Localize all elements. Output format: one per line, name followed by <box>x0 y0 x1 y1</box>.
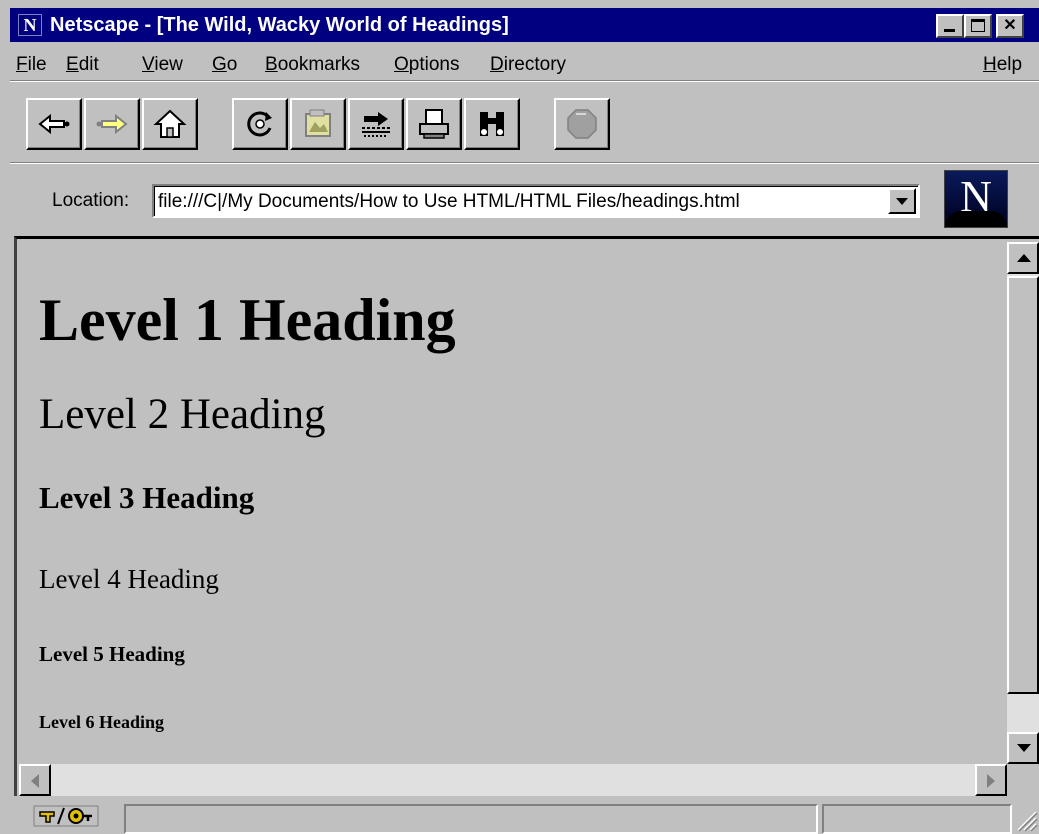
find-icon <box>480 112 504 136</box>
arrow-down-icon <box>1017 744 1031 752</box>
netscape-logo[interactable]: N <box>944 170 1008 228</box>
vertical-scrollbar[interactable] <box>1007 242 1039 764</box>
stop-icon <box>567 109 597 139</box>
close-button[interactable]: ✕ <box>996 14 1024 38</box>
status-bar <box>10 798 1039 834</box>
heading-level-3: Level 3 Heading <box>39 480 255 515</box>
menu-separator <box>10 80 1039 82</box>
arrow-up-icon <box>1017 254 1031 262</box>
heading-level-6: Level 6 Heading <box>39 712 164 732</box>
menu-help[interactable]: Help <box>983 54 1022 76</box>
heading-level-1: Level 1 Heading <box>39 287 456 353</box>
location-field[interactable] <box>152 184 920 218</box>
open-button[interactable] <box>348 98 404 150</box>
menu-bar: File Edit View Go Bookmarks Options Dire… <box>10 44 1039 78</box>
menu-edit-mnemonic: E <box>66 54 79 75</box>
forward-arrow-icon <box>96 113 128 135</box>
menu-go[interactable]: Go <box>212 54 237 76</box>
title-bar[interactable]: N Netscape - [The Wild, Wacky World of H… <box>10 8 1039 42</box>
home-button[interactable] <box>142 98 198 150</box>
close-icon: ✕ <box>1003 17 1017 34</box>
menu-bookmarks-mnemonic: B <box>265 54 278 75</box>
menu-view[interactable]: View <box>142 54 183 76</box>
menu-bookmarks-rest: ookmarks <box>277 54 361 75</box>
forward-button[interactable] <box>84 98 140 150</box>
navigation-toolbar <box>10 84 1039 162</box>
location-input[interactable] <box>158 190 878 214</box>
browser-window: N Netscape - [The Wild, Wacky World of H… <box>10 8 1039 834</box>
status-progress-panel <box>822 804 1012 834</box>
menu-view-mnemonic: V <box>142 54 155 75</box>
chevron-down-icon <box>896 198 908 205</box>
location-dropdown-button[interactable] <box>888 188 916 214</box>
menu-go-mnemonic: G <box>212 54 227 75</box>
menu-file-mnemonic: F <box>16 54 28 75</box>
resize-grip-icon[interactable] <box>1014 806 1038 832</box>
menu-file[interactable]: File <box>16 54 47 76</box>
arrow-left-icon <box>31 774 39 788</box>
menu-file-rest: ile <box>27 54 47 75</box>
scroll-down-button[interactable] <box>1007 732 1039 764</box>
horizontal-scrollbar[interactable] <box>19 764 1007 796</box>
back-button[interactable] <box>26 98 82 150</box>
location-label: Location: <box>52 190 130 211</box>
location-bar: Location: N <box>10 166 1039 232</box>
vertical-scroll-thumb[interactable] <box>1007 276 1039 694</box>
window-title: Netscape - [The Wild, Wacky World of Hea… <box>50 14 509 36</box>
find-button[interactable] <box>464 98 520 150</box>
page-content: Level 1 Heading Level 2 Heading Level 3 … <box>19 242 1007 764</box>
status-message-panel <box>124 804 818 834</box>
back-arrow-icon <box>38 113 70 135</box>
menu-go-rest: o <box>226 54 238 75</box>
menu-options[interactable]: Options <box>394 54 459 76</box>
scroll-right-button[interactable] <box>975 764 1007 796</box>
menu-view-rest: iew <box>154 54 183 75</box>
print-icon <box>419 109 449 139</box>
reload-button[interactable] <box>232 98 288 150</box>
maximize-button[interactable] <box>964 14 992 38</box>
heading-level-2: Level 2 Heading <box>39 391 326 438</box>
menu-directory-mnemonic: D <box>490 54 504 75</box>
home-icon <box>153 109 187 138</box>
content-frame: Level 1 Heading Level 2 Heading Level 3 … <box>14 236 1039 796</box>
menu-edit-rest: dit <box>78 54 99 75</box>
stop-button[interactable] <box>554 98 610 150</box>
scroll-left-button[interactable] <box>19 764 51 796</box>
arrow-right-icon <box>987 774 995 788</box>
menu-edit[interactable]: Edit <box>66 54 99 76</box>
menu-bookmarks[interactable]: Bookmarks <box>265 54 360 76</box>
open-icon <box>362 112 390 137</box>
scroll-up-button[interactable] <box>1007 242 1039 274</box>
toolbar-separator <box>10 162 1039 164</box>
menu-directory-rest: irectory <box>503 54 567 75</box>
minimize-button[interactable] <box>936 14 964 38</box>
netscape-app-icon[interactable]: N <box>18 14 42 36</box>
reload-icon <box>247 111 272 137</box>
menu-options-rest: ptions <box>408 54 460 75</box>
broken-key-icon[interactable] <box>32 804 100 828</box>
menu-options-mnemonic: O <box>394 54 409 75</box>
heading-level-4: Level 4 Heading <box>39 564 219 594</box>
maximize-icon <box>971 19 985 32</box>
menu-help-mnemonic: H <box>983 54 997 75</box>
images-button[interactable] <box>290 98 346 150</box>
minimize-icon <box>944 29 955 32</box>
netscape-logo-horizon <box>945 211 1007 227</box>
images-icon <box>305 109 331 137</box>
menu-directory[interactable]: Directory <box>490 54 566 76</box>
heading-level-5: Level 5 Heading <box>39 642 185 666</box>
print-button[interactable] <box>406 98 462 150</box>
menu-help-rest: elp <box>996 54 1023 75</box>
